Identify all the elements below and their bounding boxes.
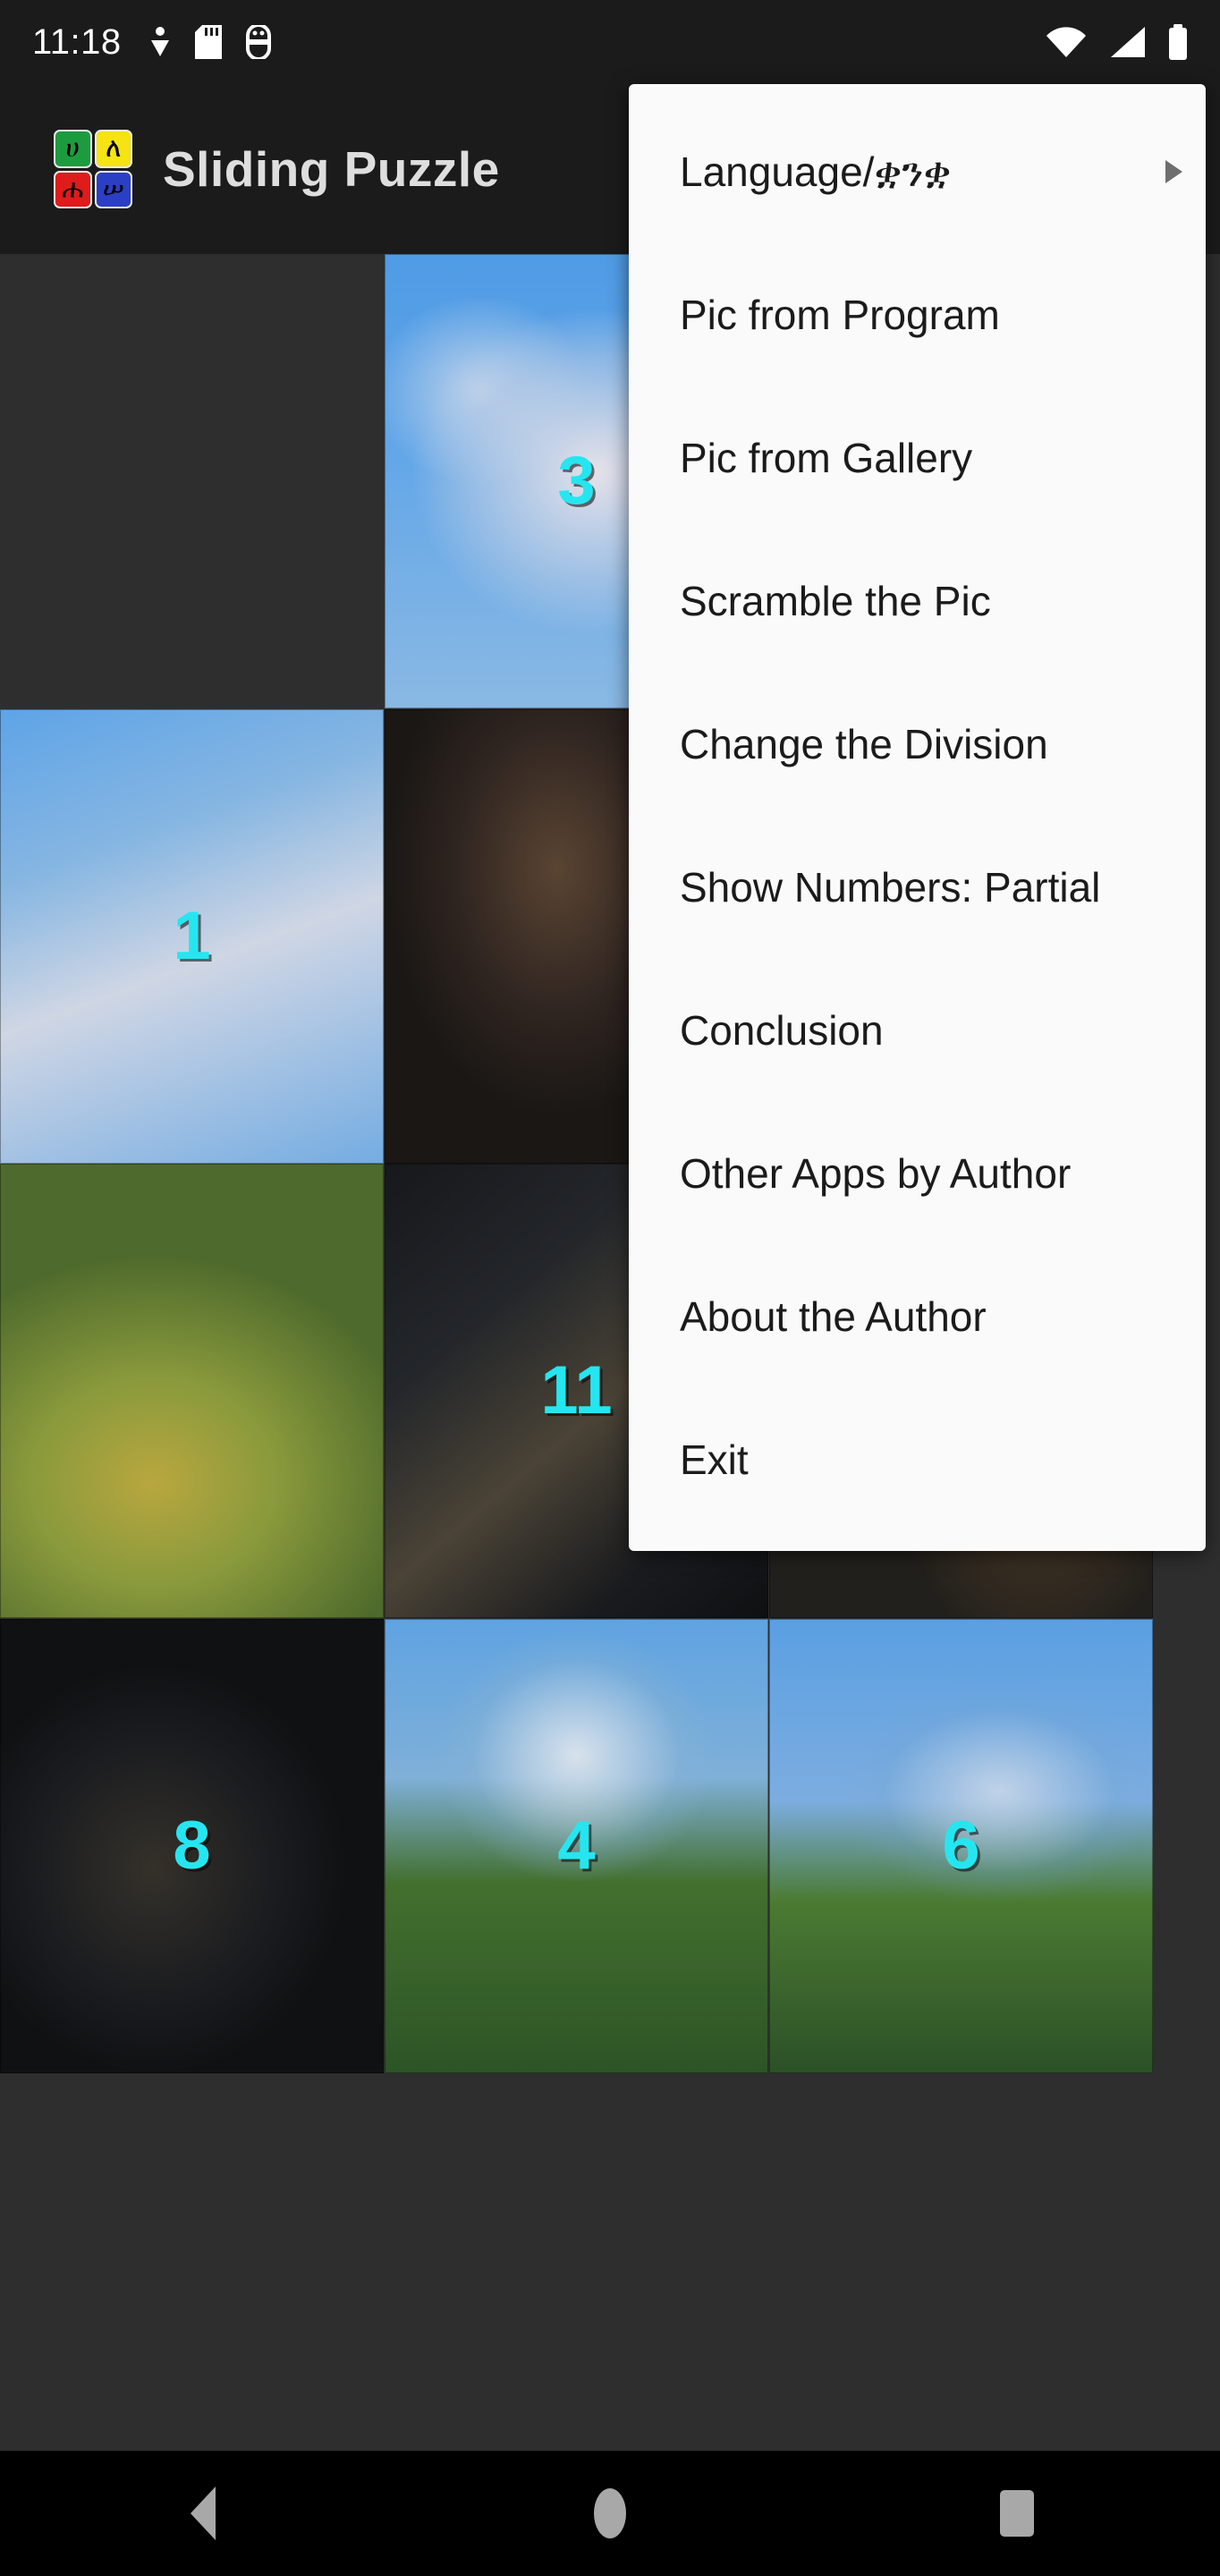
cellular-signal-icon bbox=[1111, 27, 1145, 57]
battery-icon bbox=[1169, 24, 1187, 60]
page-title: Sliding Puzzle bbox=[163, 141, 500, 197]
android-navigation-bar bbox=[0, 2451, 1220, 2576]
chevron-right-icon bbox=[1165, 160, 1182, 183]
status-bar-clock: 11:18 bbox=[32, 21, 122, 62]
puzzle-tile-number: 11 bbox=[540, 1352, 613, 1428]
menu-item-label: Show Numbers: Partial bbox=[680, 864, 1101, 911]
status-bar-notification-icons bbox=[148, 25, 272, 59]
wifi-icon bbox=[1046, 27, 1086, 57]
puzzle-tile[interactable]: 4 bbox=[385, 1619, 768, 2073]
puzzle-tile bbox=[0, 254, 384, 708]
menu-item-label: Language/ቋንቋ bbox=[680, 148, 952, 195]
sd-card-icon bbox=[194, 25, 222, 59]
puzzle-tile-number: 1 bbox=[173, 898, 211, 974]
puzzle-tile[interactable]: 6 bbox=[769, 1619, 1153, 2073]
puzzle-tile[interactable]: 1 bbox=[0, 709, 384, 1164]
menu-item-language[interactable]: Language/ቋንቋ bbox=[629, 100, 1206, 243]
menu-item-label: Other Apps by Author bbox=[680, 1150, 1072, 1197]
back-triangle-icon bbox=[191, 2487, 216, 2540]
app-logo-cell-4: ሠ bbox=[94, 170, 132, 208]
menu-item-label: Exit bbox=[680, 1436, 749, 1483]
app-logo-icon: ሀለሐሠ bbox=[54, 130, 132, 208]
home-circle-icon bbox=[593, 2488, 626, 2538]
puzzle-tile-number: 4 bbox=[557, 1808, 596, 1884]
recents-button[interactable] bbox=[954, 2451, 1080, 2576]
recents-square-icon bbox=[999, 2490, 1034, 2537]
menu-item-conclusion[interactable]: Conclusion bbox=[629, 959, 1206, 1102]
menu-item-label: Scramble the Pic bbox=[680, 578, 991, 624]
status-bar-system-icons bbox=[1045, 24, 1190, 60]
app-logo-cell-3: ሐ bbox=[54, 170, 92, 208]
menu-item-exit[interactable]: Exit bbox=[629, 1388, 1206, 1531]
home-button[interactable] bbox=[547, 2451, 673, 2576]
menu-item-label: Pic from Program bbox=[680, 292, 1000, 338]
menu-item-change-the-division[interactable]: Change the Division bbox=[629, 673, 1206, 816]
puzzle-tile-number: 3 bbox=[557, 443, 596, 519]
phone-screen: 11:18 ሀ ለ ሐ ሠ Sliding Puzzle 3 1 11 8 4 … bbox=[0, 0, 1220, 2576]
status-bar: 11:18 bbox=[0, 0, 1220, 84]
menu-item-label: Conclusion bbox=[680, 1007, 884, 1054]
menu-item-show-numbers-partial[interactable]: Show Numbers: Partial bbox=[629, 816, 1206, 959]
back-button[interactable] bbox=[140, 2451, 266, 2576]
menu-item-other-apps-by-author[interactable]: Other Apps by Author bbox=[629, 1102, 1206, 1245]
puzzle-tile[interactable]: 8 bbox=[0, 1619, 384, 2073]
overflow-menu[interactable]: Language/ቋንቋ Pic from Program Pic from Gal… bbox=[629, 84, 1206, 1551]
puzzle-tile-number: 6 bbox=[942, 1808, 980, 1884]
menu-item-scramble-the-pic[interactable]: Scramble the Pic bbox=[629, 530, 1206, 673]
menu-item-about-the-author[interactable]: About the Author bbox=[629, 1245, 1206, 1388]
app-logo-cell-2: ለ bbox=[94, 130, 132, 168]
puzzle-tile[interactable] bbox=[0, 1164, 384, 1618]
menu-item-pic-from-gallery[interactable]: Pic from Gallery bbox=[629, 386, 1206, 530]
menu-item-pic-from-program[interactable]: Pic from Program bbox=[629, 243, 1206, 386]
menu-item-label: Pic from Gallery bbox=[680, 435, 973, 481]
location-icon bbox=[150, 27, 169, 56]
puzzle-tile-number: 8 bbox=[173, 1808, 211, 1884]
menu-item-label: Change the Division bbox=[680, 721, 1048, 767]
android-debug-icon bbox=[245, 25, 271, 59]
menu-item-label: About the Author bbox=[680, 1293, 987, 1340]
app-logo-cell-1: ሀ bbox=[54, 130, 92, 168]
